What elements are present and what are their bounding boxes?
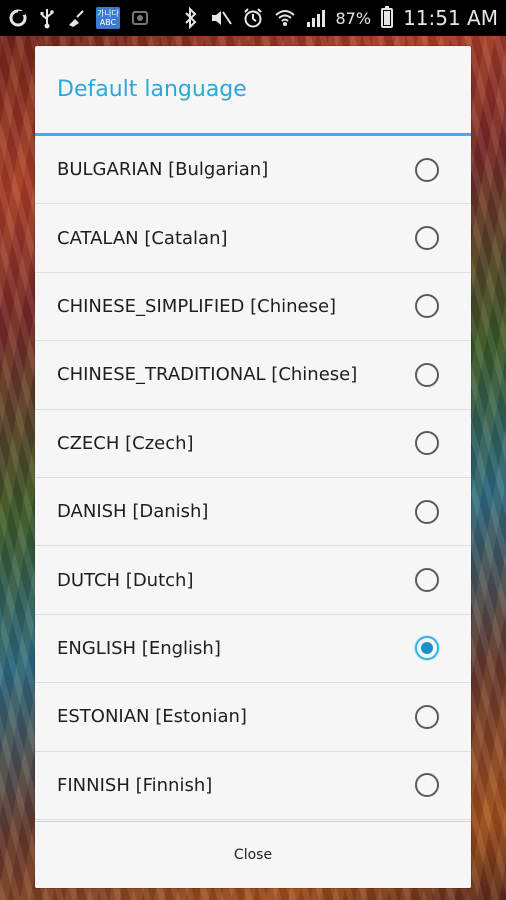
radio-button[interactable] — [415, 294, 439, 319]
language-option-estonian[interactable]: ESTONIAN [Estonian] — [35, 683, 471, 752]
language-option-danish[interactable]: DANISH [Danish] — [35, 477, 471, 547]
notification-app-icon — [8, 7, 28, 29]
dialog-title: Default language — [57, 77, 247, 102]
default-language-dialog: Default language BULGARIAN [Bulgarian] C… — [35, 46, 471, 888]
language-label: FINNISH [Finnish] — [57, 774, 213, 796]
radio-button[interactable] — [415, 431, 439, 456]
language-list[interactable]: BULGARIAN [Bulgarian] CATALAN [Catalan] … — [35, 136, 471, 820]
language-option-bulgarian[interactable]: BULGARIAN [Bulgarian] — [35, 136, 471, 205]
mute-icon — [210, 7, 232, 29]
clock: 11:51 AM — [403, 6, 498, 30]
battery-icon — [381, 6, 394, 28]
language-option-finnish[interactable]: FINNISH [Finnish] — [35, 751, 471, 820]
radio-button[interactable] — [415, 568, 439, 593]
radio-button[interactable] — [415, 636, 439, 661]
battery-fill — [384, 11, 391, 25]
language-option-chinese-traditional[interactable]: CHINESE_TRADITIONAL [Chinese] — [35, 341, 471, 410]
close-button[interactable]: Close — [174, 833, 332, 877]
language-label: ENGLISH [English] — [57, 637, 221, 659]
language-option-catalan[interactable]: CATALAN [Catalan] — [35, 204, 471, 273]
keyboard-abc-label: ABC — [99, 18, 117, 27]
language-option-dutch[interactable]: DUTCH [Dutch] — [35, 546, 471, 615]
wifi-icon — [274, 7, 296, 29]
signal-icon — [306, 7, 326, 29]
language-label: CHINESE_TRADITIONAL [Chinese] — [57, 364, 358, 386]
battery-percent: 87% — [335, 8, 372, 28]
language-option-english[interactable]: ENGLISH [English] — [35, 614, 471, 684]
status-right: 87% 11:51 AM — [182, 6, 498, 30]
language-label: ESTONIAN [Estonian] — [57, 706, 247, 728]
dialog-footer: Close — [35, 821, 471, 888]
language-label: CATALAN [Catalan] — [57, 227, 228, 249]
radio-button[interactable] — [415, 157, 439, 182]
radio-button[interactable] — [415, 499, 439, 524]
language-label: DUTCH [Dutch] — [57, 569, 194, 591]
keyboard-abc-icon: 가나다 ABC — [96, 7, 120, 29]
language-label: BULGARIAN [Bulgarian] — [57, 159, 269, 181]
radio-button[interactable] — [415, 362, 439, 387]
language-label: DANISH [Danish] — [57, 501, 209, 523]
keyboard-korean-label: 가나다 — [96, 9, 120, 18]
language-option-chinese-simplified[interactable]: CHINESE_SIMPLIFIED [Chinese] — [35, 272, 471, 342]
alarm-icon — [242, 7, 264, 29]
status-bar: 가나다 ABC 87% 11:51 AM — [0, 0, 506, 36]
status-left: 가나다 ABC — [8, 7, 150, 29]
home-screen: 가나다 ABC 87% 11:51 AM Default language BU… — [0, 0, 506, 900]
dialog-header: Default language — [35, 46, 471, 136]
bluetooth-icon — [182, 7, 200, 29]
cleanup-icon — [66, 7, 86, 29]
radio-button[interactable] — [415, 773, 439, 798]
screen-icon — [130, 7, 150, 29]
language-option-czech[interactable]: CZECH [Czech] — [35, 409, 471, 478]
language-label: CHINESE_SIMPLIFIED [Chinese] — [57, 295, 337, 317]
radio-button[interactable] — [415, 226, 439, 251]
language-label: CZECH [Czech] — [57, 432, 194, 454]
usb-icon — [38, 7, 56, 29]
radio-button[interactable] — [415, 704, 439, 729]
